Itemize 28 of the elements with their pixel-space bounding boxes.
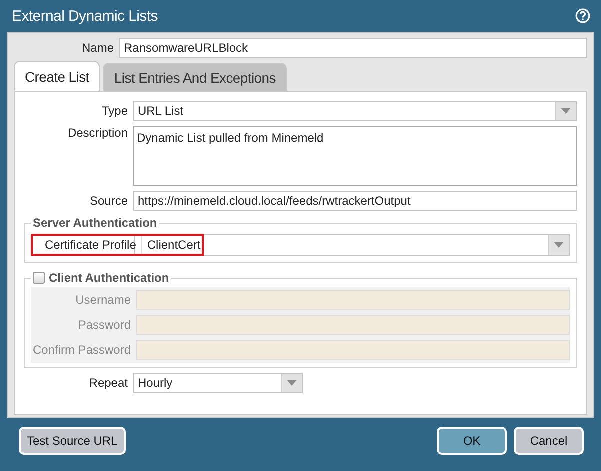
help-icon[interactable] [575,8,591,24]
type-label: Type [100,104,128,118]
tab[interactable]: List Entries And Exceptions [103,63,287,91]
dropdown-arrow-icon[interactable] [554,242,564,248]
source-label: Source [88,194,128,208]
certificate-profile-label: Certificate Profile [45,238,136,252]
description-label: Description [66,126,128,140]
certificate-profile-dropdown[interactable] [134,234,570,256]
field-label: Username [74,293,131,307]
type-dropdown[interactable]: URL List [133,101,577,121]
checkbox[interactable] [33,272,45,284]
group-title: Client Authentication [49,271,170,285]
dropdown-arrow-icon[interactable] [287,380,297,386]
action-button[interactable]: Test Source URL [19,427,126,455]
field-label: Password [77,318,131,332]
source-field[interactable]: https://minemeld.cloud.local/feeds/rwtrackertOutput [133,191,577,211]
tab[interactable]: Create List [14,61,100,91]
field-label: Confirm Password [32,343,131,357]
repeat-label: Repeat [88,376,128,390]
group-title: Server Authentication [32,216,158,230]
ok-button[interactable]: OK [437,427,507,455]
repeat-dropdown[interactable]: Hourly [133,373,303,393]
action-button[interactable]: Cancel [514,427,584,455]
dropdown-arrow-icon[interactable] [561,108,571,114]
name-field[interactable]: RansomwareURLBlock [119,38,587,58]
description-field[interactable]: Dynamic List pulled from Minemeld [133,126,577,186]
name-label: Name [80,41,114,55]
window-title: External Dynamic Lists [12,8,158,24]
